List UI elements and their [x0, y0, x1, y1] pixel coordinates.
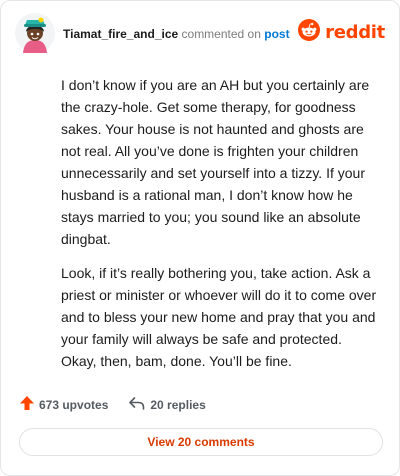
reddit-wordmark: reddit — [325, 22, 385, 43]
avatar[interactable] — [15, 13, 55, 53]
upvotes-stat[interactable]: 673 upvotes — [19, 395, 108, 414]
comment-stats: 673 upvotes 20 replies — [19, 395, 206, 414]
comment-paragraph: Look, if it’s really bothering you, take… — [61, 265, 377, 369]
username-link[interactable]: Tiamat_fire_and_ice — [63, 27, 178, 41]
reddit-brand[interactable]: reddit — [298, 19, 385, 46]
comment-body: I don’t know if you are an AH but you ce… — [61, 74, 379, 384]
comment-meta: Tiamat_fire_and_ice commented on post — [63, 27, 290, 41]
commented-on-text: commented on — [181, 27, 261, 41]
reply-arrow-icon — [128, 395, 150, 414]
comment-card: Tiamat_fire_and_ice commented on post re… — [0, 0, 400, 476]
comment-paragraph: I don’t know if you are an AH but you ce… — [61, 77, 370, 247]
upvote-arrow-icon — [19, 395, 39, 414]
upvotes-count: 673 upvotes — [39, 397, 109, 412]
comment-header: Tiamat_fire_and_ice commented on post re… — [15, 13, 387, 55]
replies-count: 20 replies — [150, 397, 206, 412]
view-comments-button[interactable]: View 20 comments — [19, 428, 383, 456]
post-link[interactable]: post — [264, 27, 289, 41]
replies-stat[interactable]: 20 replies — [128, 395, 206, 414]
reddit-logo-icon — [298, 19, 321, 46]
